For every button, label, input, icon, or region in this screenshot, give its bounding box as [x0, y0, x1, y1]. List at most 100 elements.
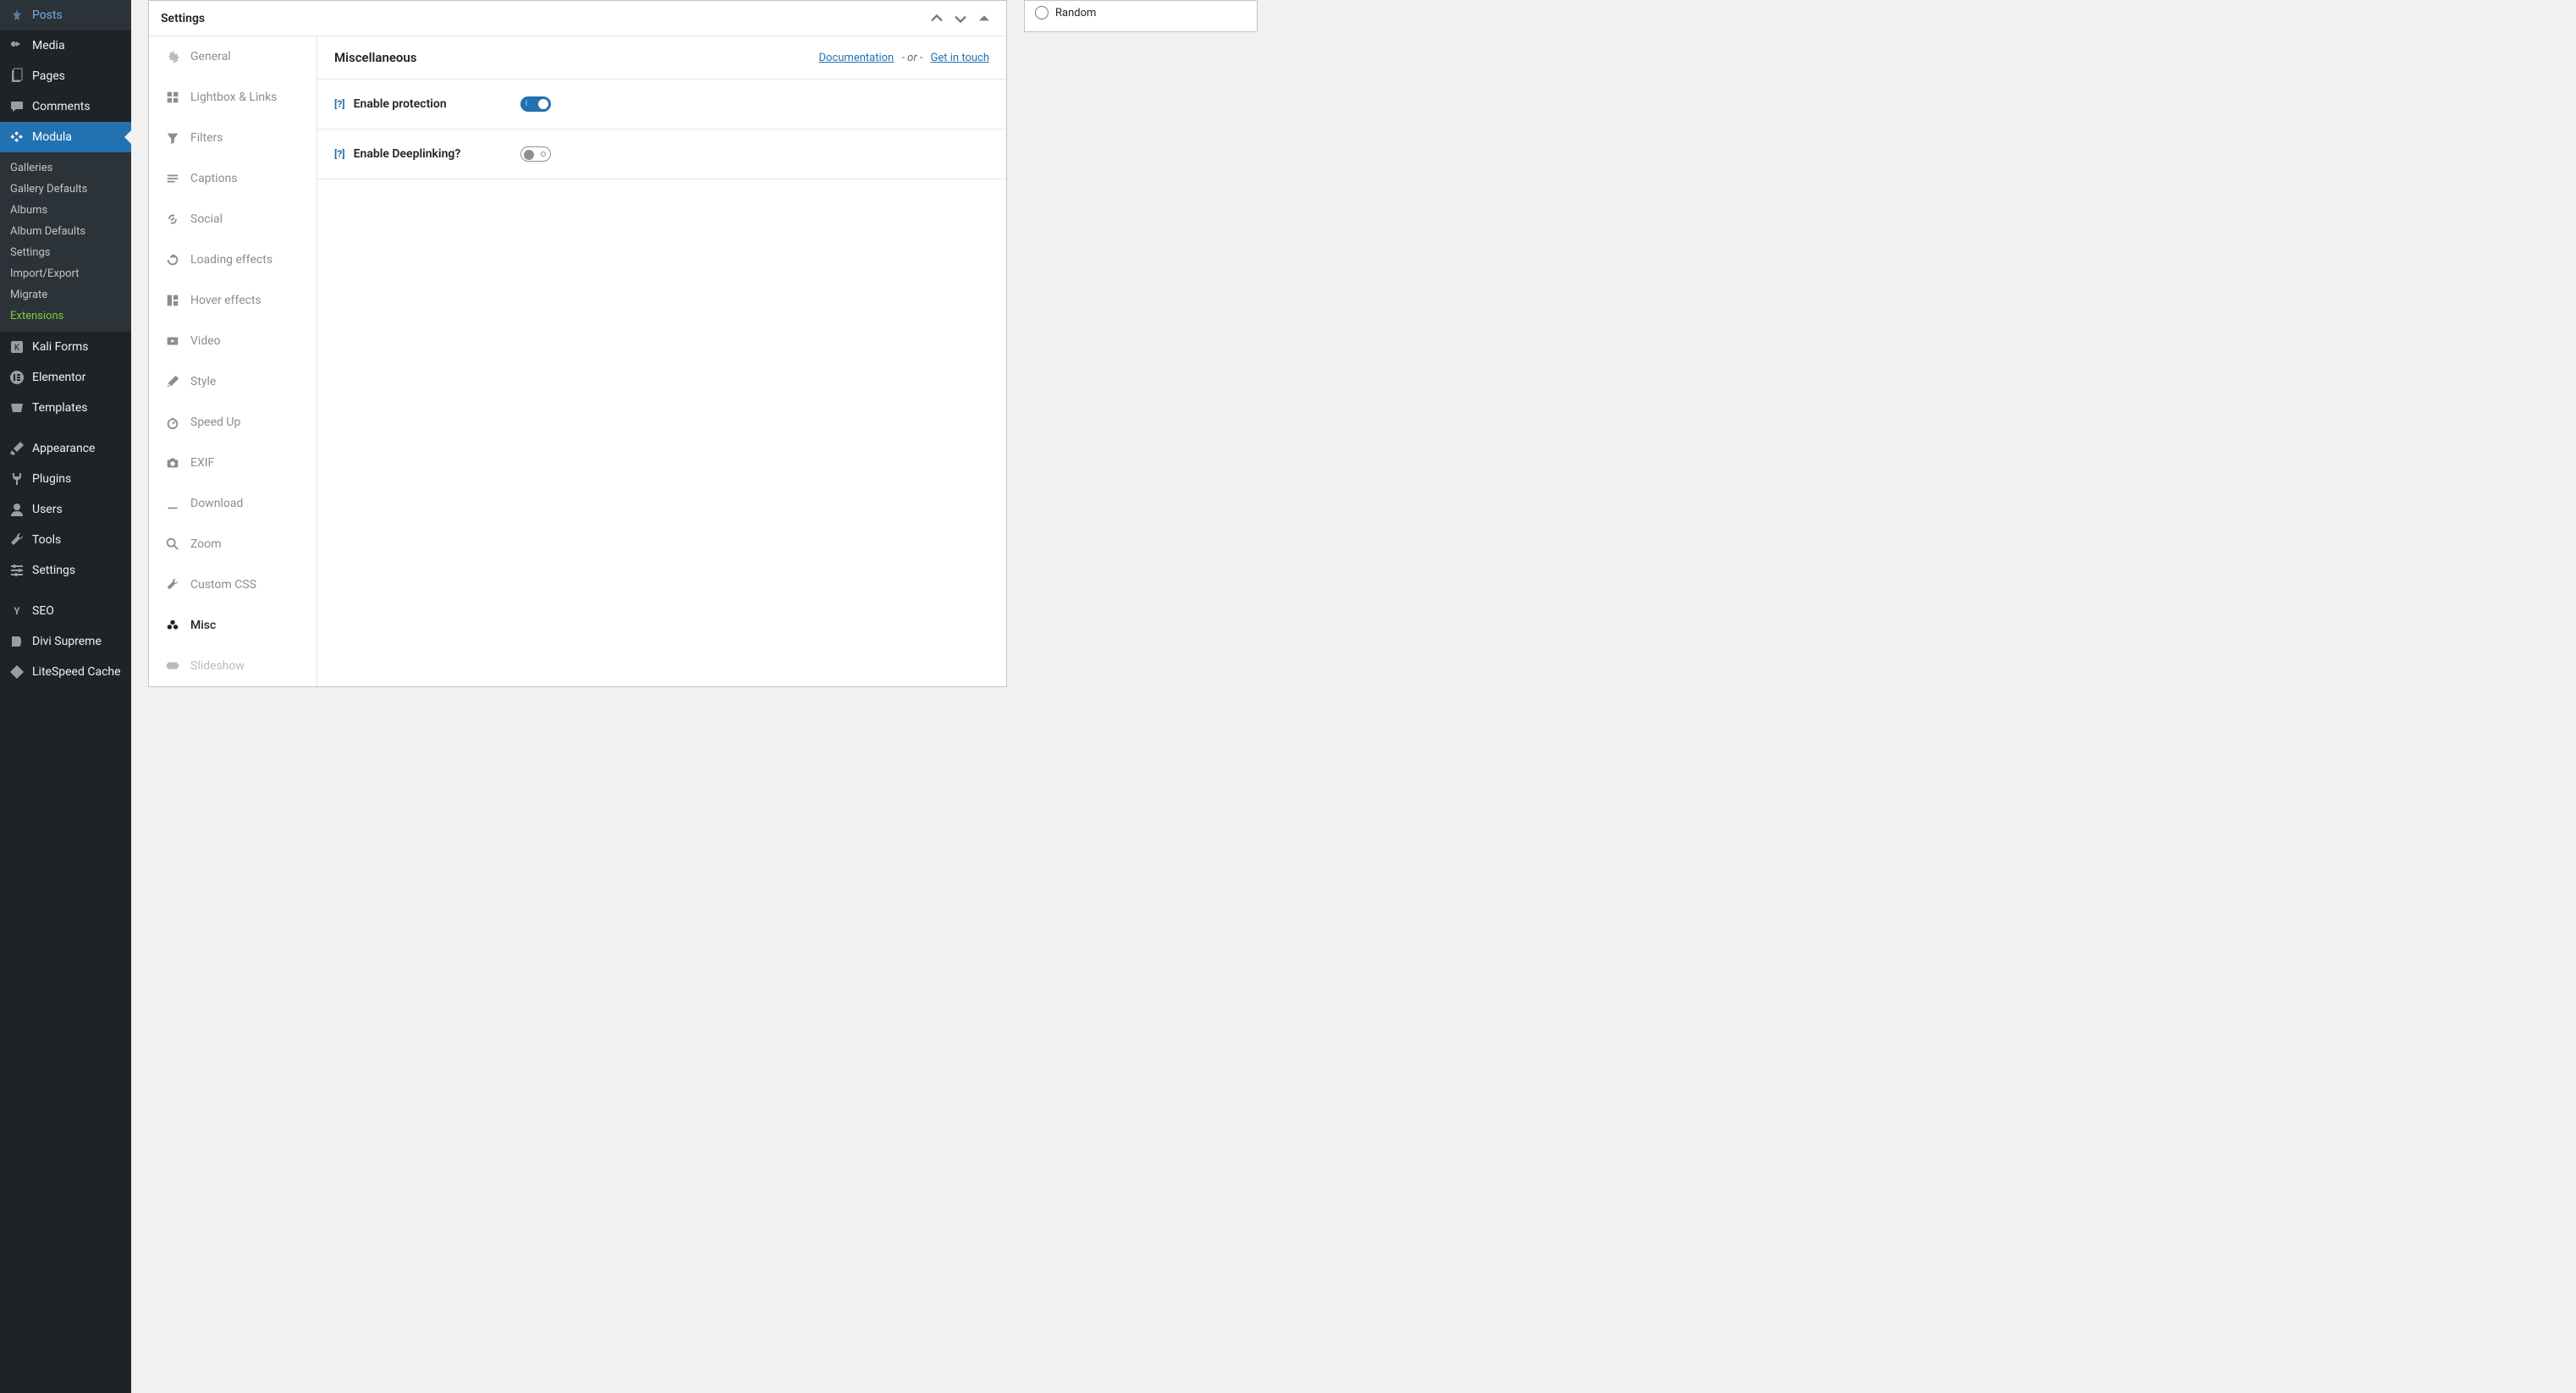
tab-slideshow[interactable]: Slideshow — [149, 646, 316, 686]
tab-speed-up[interactable]: Speed Up — [149, 402, 316, 443]
comment-icon — [8, 98, 25, 115]
tab-label: Video — [190, 334, 221, 348]
tab-label: Custom CSS — [190, 578, 256, 592]
tab-label: General — [190, 50, 231, 63]
menu-label: SEO — [32, 604, 54, 618]
documentation-link[interactable]: Documentation — [819, 52, 894, 64]
menu-tools[interactable]: Tools — [0, 525, 131, 555]
menu-label: Appearance — [32, 442, 95, 455]
submenu-extensions[interactable]: Extensions — [0, 306, 131, 327]
tab-filters[interactable]: Filters — [149, 118, 316, 158]
tab-captions[interactable]: Captions — [149, 158, 316, 199]
toggle-enable-deeplinking-[interactable] — [520, 146, 551, 162]
tab-download[interactable]: Download — [149, 483, 316, 524]
menu-label: Elementor — [32, 371, 85, 384]
tab-loading-effects[interactable]: Loading effects — [149, 240, 316, 280]
help-badge[interactable]: [?] — [334, 98, 345, 110]
chevron-up-icon[interactable] — [927, 8, 947, 29]
tab-label: Captions — [190, 172, 238, 185]
collapse-icon[interactable] — [974, 8, 994, 29]
menu-label: Settings — [32, 564, 75, 577]
speed-icon — [165, 415, 180, 430]
media-icon — [8, 37, 25, 54]
menu-elementor[interactable]: Elementor — [0, 362, 131, 393]
menu-litespeed[interactable]: LiteSpeed Cache — [0, 657, 131, 687]
tab-label: Download — [190, 497, 243, 510]
radio-row-random[interactable]: Random — [1035, 4, 1247, 21]
side-metabox: Random — [1024, 0, 1258, 32]
menu-modula[interactable]: Modula — [0, 122, 131, 152]
panel-links: Documentation - or - Get in touch — [819, 52, 990, 64]
tab-label: Lightbox & Links — [190, 91, 277, 104]
menu-label: Comments — [32, 100, 91, 113]
tab-lightbox-links[interactable]: Lightbox & Links — [149, 77, 316, 118]
submenu-albums[interactable]: Albums — [0, 200, 131, 221]
help-badge[interactable]: [?] — [334, 148, 345, 160]
gear-icon — [165, 49, 180, 64]
menu-pages[interactable]: Pages — [0, 61, 131, 91]
menu-posts[interactable]: Posts — [0, 0, 131, 30]
templates-icon — [8, 399, 25, 416]
settings-metabox: Settings GeneralLightbox & LinksFiltersC… — [148, 0, 1007, 687]
menu-settings[interactable]: Settings — [0, 555, 131, 586]
slideshow-icon — [165, 658, 180, 674]
chevron-down-icon[interactable] — [950, 8, 971, 29]
menu-appearance[interactable]: Appearance — [0, 433, 131, 464]
tab-social[interactable]: Social — [149, 199, 316, 240]
menu-label: Modula — [32, 130, 72, 144]
divi-icon — [8, 633, 25, 650]
get-in-touch-link[interactable]: Get in touch — [931, 52, 989, 64]
settings-panel: Miscellaneous Documentation - or - Get i… — [317, 36, 1006, 686]
tab-misc[interactable]: Misc — [149, 605, 316, 646]
kali-icon: K — [8, 339, 25, 355]
sliders-icon — [8, 562, 25, 579]
menu-comments[interactable]: Comments — [0, 91, 131, 122]
submenu-import-export[interactable]: Import/Export — [0, 263, 131, 284]
menu-label: LiteSpeed Cache — [32, 665, 121, 679]
settings-tabs: General Lightbox & Links Filters Captions So… — [149, 36, 317, 686]
menu-label: Templates — [32, 401, 88, 415]
wp-admin-sidebar: Posts Media Pages Comments Modula Galler… — [0, 0, 131, 1393]
submenu-gallery-defaults[interactable]: Gallery Defaults — [0, 179, 131, 200]
menu-label: Kali Forms — [32, 340, 89, 354]
toggle-enable-protection[interactable] — [520, 96, 551, 112]
wrench-icon — [8, 531, 25, 548]
menu-media[interactable]: Media — [0, 30, 131, 61]
submenu-galleries[interactable]: Galleries — [0, 157, 131, 179]
tab-style[interactable]: Style — [149, 361, 316, 402]
download-icon — [165, 496, 180, 511]
tab-custom-css[interactable]: Custom CSS — [149, 564, 316, 605]
menu-users[interactable]: Users — [0, 494, 131, 525]
radio-random[interactable] — [1035, 6, 1049, 19]
litespeed-icon — [8, 663, 25, 680]
tab-general[interactable]: General — [149, 36, 316, 77]
menu-plugins[interactable]: Plugins — [0, 464, 131, 494]
captions-icon — [165, 171, 180, 186]
menu-seo[interactable]: Y SEO — [0, 596, 131, 626]
menu-kali-forms[interactable]: K Kali Forms — [0, 332, 131, 362]
tab-label: Loading effects — [190, 253, 272, 267]
submenu-settings[interactable]: Settings — [0, 242, 131, 263]
tab-exif[interactable]: EXIF — [149, 443, 316, 483]
pin-icon — [8, 7, 25, 24]
filter-icon — [165, 130, 180, 146]
tab-video[interactable]: Video — [149, 321, 316, 361]
tab-label: Misc — [190, 619, 216, 632]
user-icon — [8, 501, 25, 518]
tab-zoom[interactable]: Zoom — [149, 524, 316, 564]
reload-icon — [165, 252, 180, 267]
menu-divi-supreme[interactable]: Divi Supreme — [0, 626, 131, 657]
tab-label: Speed Up — [190, 416, 240, 429]
lightbox-icon — [165, 90, 180, 105]
zoom-icon — [165, 537, 180, 552]
submenu-album-defaults[interactable]: Album Defaults — [0, 221, 131, 242]
menu-label: Tools — [32, 533, 61, 547]
tab-hover-effects[interactable]: Hover effects — [149, 280, 316, 321]
wrench2-icon — [165, 577, 180, 592]
pages-icon — [8, 68, 25, 85]
submenu-migrate[interactable]: Migrate — [0, 284, 131, 306]
menu-label: Plugins — [32, 472, 71, 486]
brush-icon — [8, 440, 25, 457]
menu-templates[interactable]: Templates — [0, 393, 131, 423]
panel-header: Miscellaneous Documentation - or - Get i… — [317, 36, 1006, 80]
